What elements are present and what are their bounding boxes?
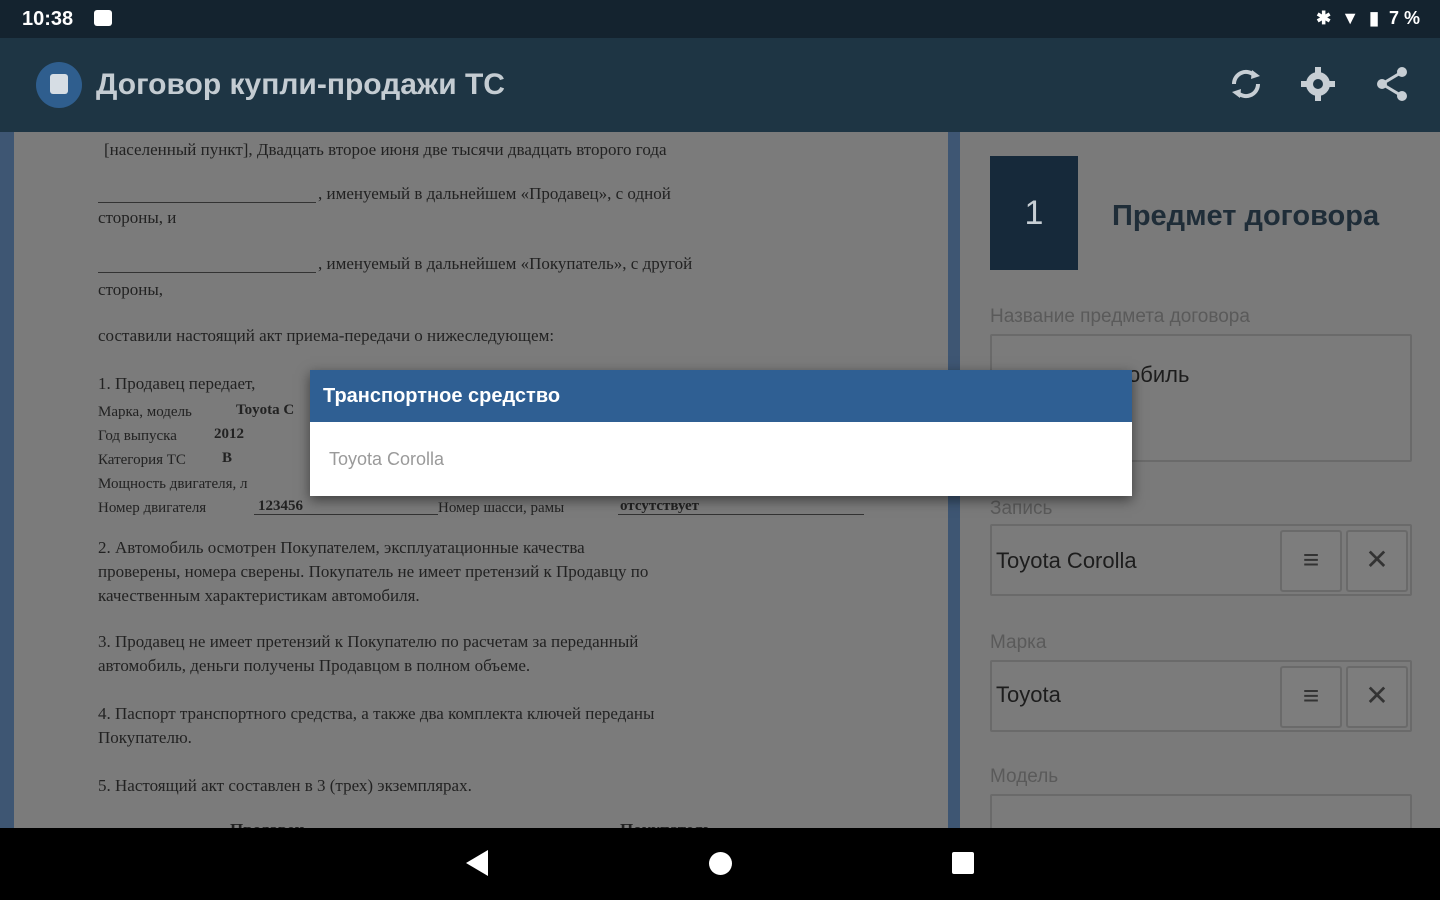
engine-line xyxy=(254,514,438,515)
doc-buyer-text: , именуемый в дальнейшем «Покупатель», с… xyxy=(318,254,693,273)
model-label: Модель xyxy=(990,766,1059,787)
doc-year-value: 2012 xyxy=(214,426,244,442)
buyer-blank-line xyxy=(98,272,316,273)
record-menu-button[interactable]: ≡ xyxy=(1280,530,1342,592)
left-edge-strip xyxy=(0,132,14,828)
doc-sign-seller: Продавец xyxy=(230,818,304,828)
doc-brand-label: Марка, модель xyxy=(98,404,192,420)
chassis-line xyxy=(618,514,864,515)
share-icon[interactable] xyxy=(1372,64,1412,104)
navigation-bar xyxy=(0,828,1440,900)
doc-item-2a: 2. Автомобиль осмотрен Покупателем, эксп… xyxy=(98,538,585,557)
status-indicators: ✱ ▼ ▮ 7 % xyxy=(1316,8,1420,29)
home-icon[interactable] xyxy=(709,852,732,875)
doc-item-4a: 4. Паспорт транспортного средства, а так… xyxy=(98,704,655,723)
doc-seller-text: , именуемый в дальнейшем «Продавец», с о… xyxy=(318,184,671,203)
dialog-title: Транспортное средство xyxy=(310,370,1132,422)
menu-icon: ≡ xyxy=(1302,680,1320,711)
refresh-icon[interactable] xyxy=(1226,64,1266,104)
gear-icon[interactable] xyxy=(1298,64,1338,104)
brand-menu-button[interactable]: ≡ xyxy=(1280,666,1342,728)
subject-value: обиль xyxy=(1128,362,1190,387)
record-clear-button[interactable]: ✕ xyxy=(1346,530,1408,592)
back-icon[interactable] xyxy=(466,850,488,876)
app-logo-icon xyxy=(36,62,82,108)
menu-icon: ≡ xyxy=(1302,544,1320,575)
doc-seller-text-2: стороны, и xyxy=(98,208,177,227)
doc-item-4b: Покупателю. xyxy=(98,728,192,747)
doc-buyer-text-2: стороны, xyxy=(98,280,164,299)
section-title: Предмет договора xyxy=(1112,200,1380,232)
record-label: Запись xyxy=(990,498,1053,519)
section-number: 1 xyxy=(990,156,1078,270)
doc-year-label: Год выпуска xyxy=(98,428,177,444)
brand-clear-button[interactable]: ✕ xyxy=(1346,666,1408,728)
doc-sign-buyer: Покупатель xyxy=(620,818,712,828)
doc-brand-value: Toyota C xyxy=(236,402,295,418)
recents-icon[interactable] xyxy=(952,852,974,874)
app-title: Договор купли-продажи ТС xyxy=(96,68,505,101)
doc-item-3a: 3. Продавец не имеет претензий к Покупат… xyxy=(98,632,639,651)
doc-item-5: 5. Настоящий акт составлен в 3 (трех) эк… xyxy=(98,776,472,795)
doc-place-date: [населенный пункт], Двадцать второе июня… xyxy=(104,140,667,159)
record-value: Toyota Corolla xyxy=(996,548,1137,573)
app-bar: Договор купли-продажи ТС xyxy=(0,38,1440,132)
doc-engine-label: Номер двигателя xyxy=(98,500,207,516)
bluetooth-icon: ✱ xyxy=(1316,8,1332,28)
battery-icon: ▮ xyxy=(1369,8,1379,28)
seller-blank-line xyxy=(98,202,316,203)
vehicle-dialog: Транспортное средство Toyota Corolla xyxy=(310,370,1132,496)
doc-item-3b: автомобиль, деньги получены Продавцом в … xyxy=(98,656,531,675)
doc-item-2b: проверены, номера сверены. Покупатель не… xyxy=(98,562,649,581)
doc-power-label: Мощность двигателя, л xyxy=(98,476,248,492)
close-icon: ✕ xyxy=(1365,680,1389,711)
close-icon: ✕ xyxy=(1365,544,1389,575)
battery-level: 7 % xyxy=(1388,8,1420,28)
model-field[interactable] xyxy=(990,794,1412,828)
brand-label: Марка xyxy=(990,632,1047,653)
doc-item-2c: качественным характеристикам автомобиля. xyxy=(98,586,420,605)
notification-icon xyxy=(94,10,112,26)
status-time: 10:38 xyxy=(22,8,74,30)
wifi-icon: ▼ xyxy=(1341,8,1360,28)
dialog-option[interactable]: Toyota Corolla xyxy=(310,422,1132,496)
subject-label: Название предмета договора xyxy=(990,306,1250,327)
doc-category-value: B xyxy=(222,450,233,466)
doc-category-label: Категория ТС xyxy=(98,452,186,468)
doc-chassis-label: Номер шасси, рамы xyxy=(438,500,565,516)
status-bar: 10:38 ✱ ▼ ▮ 7 % xyxy=(0,0,1440,38)
doc-act-line: составили настоящий акт приема-передачи … xyxy=(98,326,555,345)
brand-value: Toyota xyxy=(996,682,1061,707)
